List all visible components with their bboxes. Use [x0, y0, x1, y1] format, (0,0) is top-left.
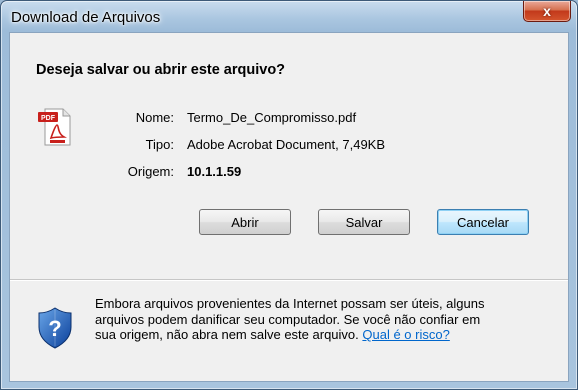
pdf-document-icon: PDF — [38, 108, 71, 146]
security-shield-question-icon: ? — [38, 307, 72, 349]
save-button[interactable]: Salvar — [318, 209, 410, 235]
risk-info-link[interactable]: Qual é o risco? — [362, 327, 449, 342]
warning-line-3-container: sua origem, não abra nem salve este arqu… — [95, 327, 555, 343]
file-type-value: Adobe Acrobat Document, 7,49KB — [187, 137, 386, 152]
file-name-label: Nome: — [135, 110, 174, 125]
warning-line-1: Embora arquivos provenientes da Internet… — [95, 296, 485, 311]
pdf-icon-label: PDF — [41, 115, 56, 122]
warning-line-2: arquivos podem danificar seu computador.… — [95, 311, 481, 327]
warning-line-3: sua origem, não abra nem salve este arqu… — [95, 327, 359, 342]
svg-text:?: ? — [48, 316, 61, 341]
security-warning-text: Embora arquivos provenientes da Internet… — [95, 296, 555, 343]
download-dialog-window: Download de Arquivos x Deseja salvar ou … — [0, 0, 578, 390]
file-origin-value: 10.1.1.59 — [187, 164, 242, 179]
security-warning-area: ? Embora arquivos provenientes da Intern… — [10, 281, 568, 381]
close-icon: x — [543, 3, 551, 19]
window-title: Download de Arquivos — [11, 9, 161, 26]
dialog-content: Deseja salvar ou abrir este arquivo? PDF… — [9, 32, 569, 382]
open-button[interactable]: Abrir — [199, 209, 291, 235]
dialog-question: Deseja salvar ou abrir este arquivo? — [36, 62, 286, 78]
file-origin-label: Origem: — [127, 164, 174, 179]
close-button[interactable]: x — [523, 1, 571, 22]
file-type-label: Tipo: — [145, 137, 174, 152]
cancel-button[interactable]: Cancelar — [437, 209, 529, 235]
file-name-value: Termo_De_Compromisso.pdf — [187, 110, 357, 125]
title-bar[interactable]: Download de Arquivos x — [1, 1, 577, 33]
